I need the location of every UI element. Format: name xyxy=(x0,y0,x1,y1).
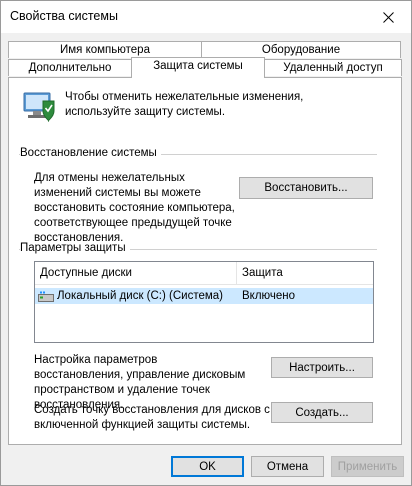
drive-icon xyxy=(38,291,54,302)
tab-label: Имя компьютера xyxy=(60,44,150,56)
intro-text: Чтобы отменить нежелательные изменения, … xyxy=(65,91,304,118)
protection-group-title: Параметры защиты xyxy=(20,242,130,254)
ok-button-label: OK xyxy=(199,460,216,473)
tab-computer-name[interactable]: Имя компьютера xyxy=(8,41,202,58)
window-title: Свойства системы xyxy=(10,9,118,23)
system-properties-window: Свойства системы Имя компьютера Оборудов… xyxy=(0,0,412,486)
close-icon xyxy=(382,11,394,23)
tab-system-protection[interactable]: Защита системы xyxy=(131,57,265,78)
tab-label: Защита системы xyxy=(153,60,243,72)
restore-button-label: Восстановить... xyxy=(264,182,348,194)
column-header-drives[interactable]: Доступные диски xyxy=(35,262,237,284)
apply-button-label: Применить xyxy=(337,460,398,473)
tab-label: Оборудование xyxy=(261,44,341,56)
drives-list-header: Доступные диски Защита xyxy=(35,262,373,285)
apply-button[interactable]: Применить xyxy=(331,456,404,477)
ok-button[interactable]: OK xyxy=(171,456,244,477)
create-button[interactable]: Создать... xyxy=(271,402,373,423)
drive-protection-status: Включено xyxy=(242,290,296,302)
tab-label: Удаленный доступ xyxy=(283,62,383,74)
configure-button-label: Настроить... xyxy=(289,361,355,374)
tab-remote[interactable]: Удаленный доступ xyxy=(264,59,402,76)
create-button-label: Создать... xyxy=(295,406,349,419)
system-protection-icon xyxy=(23,92,55,123)
create-description: Создать точку восстановления для дисков … xyxy=(34,404,270,431)
table-row[interactable]: Локальный диск (C:) (Система) Включено xyxy=(35,288,373,304)
configure-button[interactable]: Настроить... xyxy=(271,357,373,378)
title-bar: Свойства системы xyxy=(1,1,411,33)
tab-hardware[interactable]: Оборудование xyxy=(201,41,401,58)
tab-label: Дополнительно xyxy=(28,62,112,74)
close-button[interactable] xyxy=(365,1,411,33)
cancel-button[interactable]: Отмена xyxy=(251,456,324,477)
column-header-protection[interactable]: Защита xyxy=(237,262,373,284)
restore-group-title: Восстановление системы xyxy=(20,147,161,159)
tab-advanced[interactable]: Дополнительно xyxy=(8,59,132,76)
restore-description: Для отмены нежелательных изменений систе… xyxy=(34,172,235,244)
cancel-button-label: Отмена xyxy=(266,460,309,473)
drives-list[interactable]: Доступные диски Защита Локальный диск (C… xyxy=(34,261,374,343)
restore-button[interactable]: Восстановить... xyxy=(239,177,373,199)
drive-name: Локальный диск (C:) (Система) xyxy=(57,290,223,302)
